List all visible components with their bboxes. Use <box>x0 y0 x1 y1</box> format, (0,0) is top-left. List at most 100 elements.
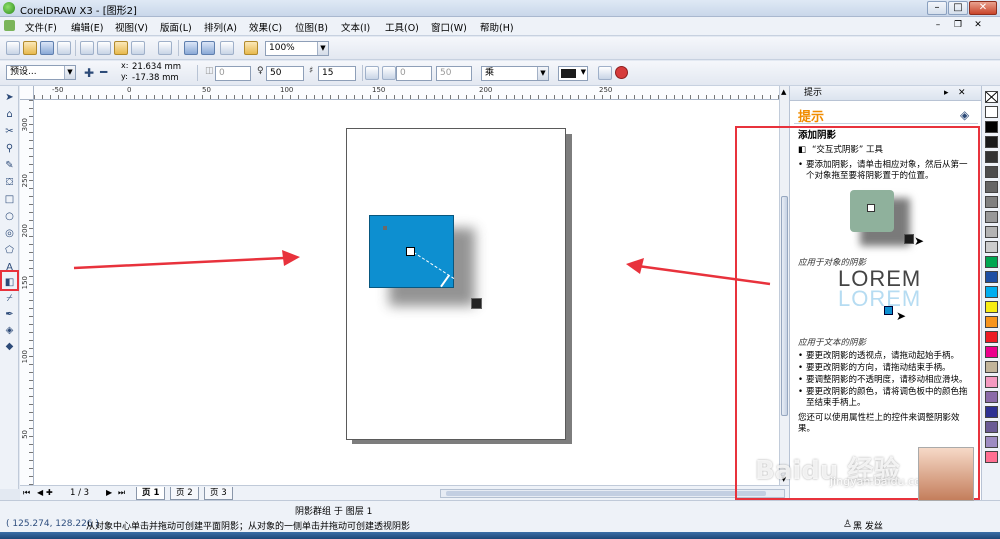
polygon-tool[interactable]: ◎ <box>3 227 16 240</box>
palette-swatch[interactable] <box>985 196 998 208</box>
palette-swatch[interactable] <box>985 151 998 163</box>
save-icon[interactable] <box>40 41 54 55</box>
menu-help[interactable]: 帮助(H) <box>480 20 514 34</box>
page-tab-2[interactable]: 页 2 <box>170 487 199 500</box>
close-button[interactable]: ✕ <box>969 1 997 15</box>
node-marker[interactable] <box>383 226 387 230</box>
palette-swatch[interactable] <box>985 211 998 223</box>
horizontal-scrollbar[interactable] <box>440 489 785 498</box>
zoom-tool[interactable]: ⚲ <box>3 142 16 155</box>
menu-window[interactable]: 窗口(W) <box>431 20 467 34</box>
previous-page-button[interactable]: ◀ <box>37 488 43 497</box>
document-icon[interactable] <box>4 20 15 31</box>
redo-icon[interactable] <box>158 41 172 55</box>
palette-swatch[interactable] <box>985 361 998 373</box>
basic-shapes-tool[interactable]: ⬠ <box>3 244 16 257</box>
palette-swatch[interactable] <box>985 406 998 418</box>
feather-direction-icon[interactable] <box>365 66 379 80</box>
menu-text[interactable]: 文本(I) <box>341 20 370 34</box>
chevron-down-icon[interactable]: ▼ <box>64 66 75 79</box>
interactive-fill-tool[interactable]: ◆ <box>3 340 16 353</box>
palette-swatch[interactable] <box>985 166 998 178</box>
zoom-level-combo[interactable]: 100% ▼ <box>265 41 329 56</box>
merge-mode-combo[interactable]: 乘 ▼ <box>481 66 549 81</box>
export-icon[interactable] <box>201 41 215 55</box>
menu-bitmaps[interactable]: 位图(B) <box>295 20 328 34</box>
x-position-field[interactable]: 21.634 mm <box>132 62 181 72</box>
palette-swatch[interactable] <box>985 316 998 328</box>
last-page-button[interactable]: ⏭ <box>118 488 125 498</box>
docker-close-icon[interactable]: ✕ <box>958 86 966 101</box>
chevron-down-icon[interactable]: ▼ <box>317 42 328 55</box>
palette-swatch[interactable] <box>985 226 998 238</box>
minimize-button[interactable]: – <box>927 1 947 15</box>
shadow-start-handle[interactable] <box>406 247 415 256</box>
menu-view[interactable]: 视图(V) <box>115 20 148 34</box>
scroll-up-icon[interactable]: ▲ <box>781 88 786 96</box>
doc-minimize-button[interactable]: – <box>930 20 946 33</box>
menu-layout[interactable]: 版面(L) <box>160 20 192 34</box>
doc-restore-button[interactable]: ❐ <box>950 20 966 33</box>
print-icon[interactable] <box>57 41 71 55</box>
menu-file[interactable]: 文件(F) <box>25 20 57 34</box>
doc-close-button[interactable]: ✕ <box>970 20 986 33</box>
shadow-angle-field[interactable]: 0 <box>215 66 251 81</box>
copy-icon[interactable] <box>97 41 111 55</box>
ruler-corner[interactable] <box>20 86 34 100</box>
palette-swatch[interactable] <box>985 391 998 403</box>
pick-tool[interactable]: ➤ <box>3 91 16 104</box>
palette-swatch[interactable] <box>985 181 998 193</box>
add-page-button[interactable]: ✚ <box>46 488 53 497</box>
smart-fill-tool[interactable]: ⛋ <box>3 176 16 189</box>
menu-tools[interactable]: 工具(O) <box>385 20 419 34</box>
paste-icon[interactable] <box>114 41 128 55</box>
application-launcher-icon[interactable] <box>220 41 234 55</box>
maximize-button[interactable]: □ <box>948 1 968 15</box>
chevron-down-icon[interactable]: ▼ <box>537 67 548 80</box>
outline-tool[interactable]: ✒ <box>3 308 16 321</box>
no-color-swatch[interactable] <box>985 91 998 103</box>
rectangle-tool[interactable]: □ <box>3 193 16 206</box>
corel-online-icon[interactable] <box>244 41 258 55</box>
feather-edges-icon[interactable] <box>382 66 396 80</box>
clear-shadow-icon[interactable] <box>615 66 628 79</box>
shadow-fade-field[interactable]: 0 <box>396 66 432 81</box>
menu-arrange[interactable]: 排列(A) <box>204 20 237 34</box>
palette-swatch[interactable] <box>985 421 998 433</box>
preset-combo[interactable]: 预设... ▼ <box>6 65 76 80</box>
menu-edit[interactable]: 编辑(E) <box>71 20 103 34</box>
palette-swatch[interactable] <box>985 346 998 358</box>
palette-swatch[interactable] <box>985 286 998 298</box>
docker-collapse-icon[interactable]: ▸ <box>944 86 949 101</box>
remove-preset-icon[interactable]: ━ <box>100 65 107 79</box>
palette-swatch[interactable] <box>985 451 998 463</box>
undo-icon[interactable] <box>131 41 145 55</box>
palette-swatch[interactable] <box>985 376 998 388</box>
ellipse-tool[interactable]: ○ <box>3 210 16 223</box>
next-page-button[interactable]: ▶ <box>106 488 112 497</box>
shadow-end-handle[interactable] <box>471 298 482 309</box>
palette-swatch[interactable] <box>985 106 998 118</box>
open-icon[interactable] <box>23 41 37 55</box>
first-page-button[interactable]: ⏮ <box>23 488 30 498</box>
palette-swatch[interactable] <box>985 271 998 283</box>
shape-tool[interactable]: ⌂ <box>3 108 16 121</box>
shadow-feather-field[interactable]: 15 <box>318 66 356 81</box>
shadow-color-picker[interactable]: ▼ <box>558 66 588 81</box>
freehand-tool[interactable]: ✎ <box>3 159 16 172</box>
page-tab-3[interactable]: 页 3 <box>204 487 233 500</box>
palette-swatch[interactable] <box>985 436 998 448</box>
drawing-canvas[interactable] <box>34 100 779 485</box>
shadow-opacity-field[interactable]: 50 <box>266 66 304 81</box>
horizontal-ruler[interactable]: -50 0 50 100 150 200 250 <box>34 86 779 100</box>
palette-swatch[interactable] <box>985 331 998 343</box>
y-position-field[interactable]: -17.38 mm <box>132 73 179 83</box>
eyedropper-tool[interactable]: ⌿ <box>3 292 16 305</box>
palette-swatch[interactable] <box>985 121 998 133</box>
copy-shadow-properties-icon[interactable] <box>598 66 612 80</box>
scrollbar-thumb[interactable] <box>446 491 766 496</box>
menu-effects[interactable]: 效果(C) <box>249 20 282 34</box>
cut-icon[interactable] <box>80 41 94 55</box>
new-icon[interactable] <box>6 41 20 55</box>
fill-tool[interactable]: ◈ <box>3 324 16 337</box>
